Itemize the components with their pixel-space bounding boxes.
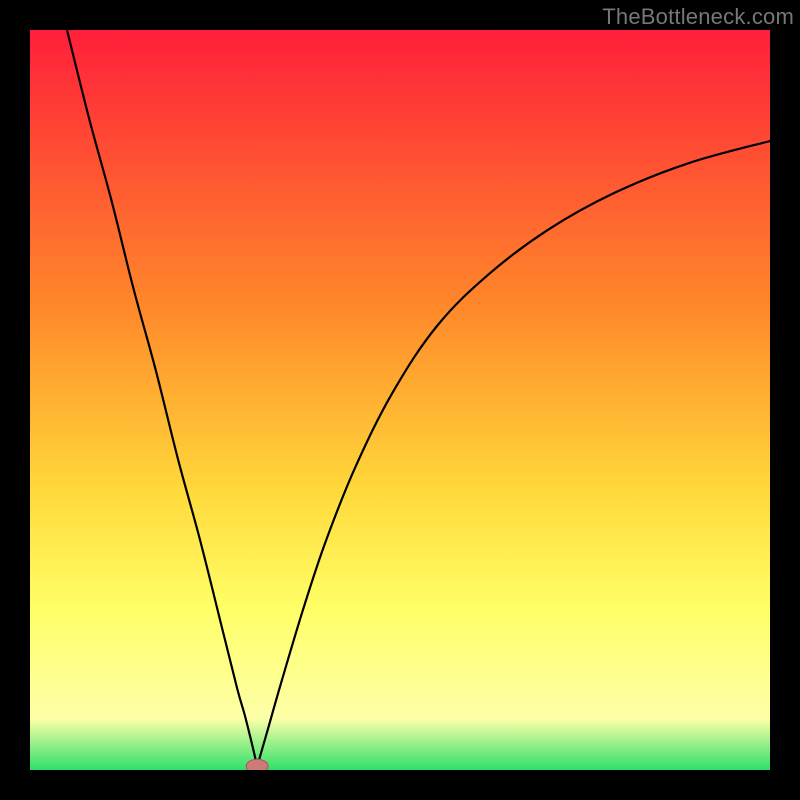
- watermark-text: TheBottleneck.com: [602, 4, 794, 30]
- chart-background: [30, 30, 770, 770]
- chart-svg: [30, 30, 770, 770]
- minimum-marker: [246, 759, 268, 770]
- chart-frame: [30, 30, 770, 770]
